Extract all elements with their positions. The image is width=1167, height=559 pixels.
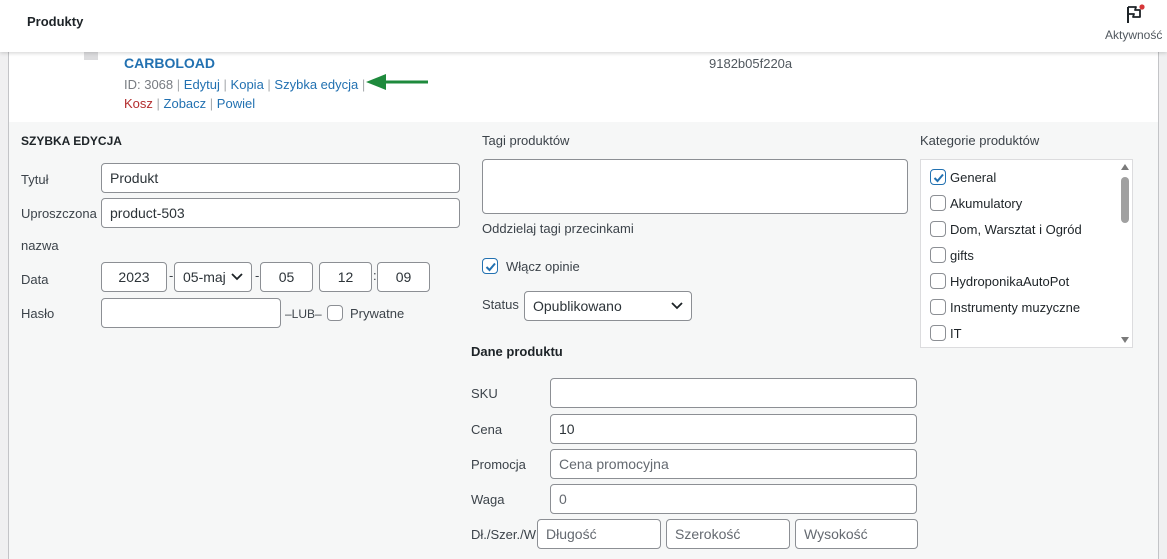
copy-link[interactable]: Kopia bbox=[231, 77, 264, 92]
category-label: gifts bbox=[950, 248, 974, 263]
category-checkbox[interactable] bbox=[930, 195, 946, 211]
scroll-down-icon[interactable] bbox=[1121, 337, 1129, 343]
private-label: Prywatne bbox=[350, 306, 405, 321]
length-input[interactable] bbox=[537, 519, 661, 549]
category-label: Dom, Warsztat i Ogród bbox=[950, 222, 1082, 237]
category-checkbox[interactable] bbox=[930, 221, 946, 237]
hour-input[interactable] bbox=[319, 262, 372, 292]
categories-scrollbar[interactable] bbox=[1118, 160, 1132, 347]
status-select[interactable]: Opublikowano bbox=[524, 291, 692, 321]
status-label: Status bbox=[482, 297, 519, 312]
edit-link[interactable]: Edytuj bbox=[184, 77, 220, 92]
slug-label-continued: nazwa bbox=[21, 238, 59, 253]
tags-label: Tagi produktów bbox=[482, 133, 570, 148]
sku-input[interactable] bbox=[550, 378, 917, 408]
category-label: IT bbox=[950, 326, 962, 341]
activity-button[interactable]: Aktywność bbox=[1101, 2, 1167, 48]
comments-checkbox[interactable] bbox=[482, 258, 498, 274]
password-label: Hasło bbox=[21, 306, 55, 321]
category-label: Akumulatory bbox=[950, 196, 1023, 211]
or-text: –LUB– bbox=[285, 307, 322, 321]
flag-icon bbox=[1127, 4, 1145, 23]
scroll-up-icon[interactable] bbox=[1121, 164, 1129, 170]
duplicate-link[interactable]: Powiel bbox=[217, 96, 255, 111]
quick-edit-legend: Szybka edycja bbox=[21, 134, 122, 148]
title-label: Tytuł bbox=[21, 172, 49, 187]
title-input[interactable] bbox=[101, 163, 460, 193]
category-checkbox[interactable] bbox=[930, 299, 946, 315]
status-value: Opublikowano bbox=[533, 298, 622, 314]
category-label: HydroponikaAutoPot bbox=[950, 274, 1070, 289]
slug-input[interactable] bbox=[101, 198, 460, 228]
categories-label: Kategorie produktów bbox=[920, 133, 1040, 148]
date-label: Data bbox=[21, 272, 49, 287]
row-actions-secondary: Kosz | Zobacz | Powiel bbox=[124, 96, 256, 111]
month-value: 05-maj bbox=[183, 269, 226, 285]
trash-link[interactable]: Kosz bbox=[124, 96, 153, 111]
quick-edit-link[interactable]: Szybka edycja bbox=[274, 77, 358, 92]
category-checkbox[interactable] bbox=[930, 325, 946, 341]
minute-input[interactable] bbox=[377, 262, 430, 292]
page-title: Produkty bbox=[27, 14, 84, 29]
product-row: CARBOLOAD ID: 3068 | Edytuj | Kopia | Sz… bbox=[8, 48, 1159, 122]
checkmark-icon bbox=[485, 262, 496, 272]
password-input[interactable] bbox=[101, 298, 281, 328]
day-input[interactable] bbox=[260, 262, 313, 292]
top-bar: Produkty Aktywność bbox=[0, 0, 1167, 52]
product-data-heading: Dane produktu bbox=[471, 344, 563, 359]
tags-hint: Oddzielaj tagi przecinkami bbox=[482, 221, 634, 236]
activity-label: Aktywność bbox=[1105, 28, 1163, 42]
month-select[interactable]: 05-maj bbox=[174, 262, 252, 292]
sale-price-input[interactable] bbox=[550, 449, 917, 479]
sku-label: SKU bbox=[471, 386, 498, 401]
date-dash-2: - bbox=[255, 268, 260, 283]
dimensions-label: Dł./Szer./W bbox=[471, 527, 537, 542]
view-link[interactable]: Zobacz bbox=[164, 96, 207, 111]
private-checkbox[interactable] bbox=[327, 305, 343, 321]
width-input[interactable] bbox=[666, 519, 790, 549]
product-id: ID: 3068 bbox=[124, 77, 174, 92]
checkmark-icon bbox=[933, 173, 944, 183]
sale-price-label: Promocja bbox=[471, 457, 526, 472]
categories-checklist[interactable]: General Akumulatory Dom, Warsztat i Ogró… bbox=[920, 159, 1133, 348]
weight-label: Waga bbox=[471, 492, 505, 507]
row-actions-primary: ID: 3068 | Edytuj | Kopia | Szybka edycj… bbox=[124, 77, 366, 92]
category-checkbox[interactable] bbox=[930, 247, 946, 263]
slug-label: Uproszczona bbox=[21, 206, 97, 221]
chevron-down-icon bbox=[231, 273, 243, 281]
category-checkbox[interactable] bbox=[930, 273, 946, 289]
quick-edit-panel: Szybka edycja Tytuł Uproszczona nazwa Da… bbox=[8, 122, 1159, 559]
comments-label: Włącz opinie bbox=[506, 259, 580, 274]
category-checkbox-general[interactable] bbox=[930, 169, 946, 185]
weight-input[interactable] bbox=[550, 484, 917, 514]
arrow-left-icon bbox=[366, 74, 428, 90]
scroll-thumb[interactable] bbox=[1121, 177, 1129, 223]
product-sku: 9182b05f220a bbox=[709, 56, 793, 71]
product-name-link[interactable]: CARBOLOAD bbox=[124, 55, 215, 71]
tags-textarea[interactable] bbox=[482, 159, 908, 214]
price-label: Cena bbox=[471, 422, 503, 437]
chevron-down-icon bbox=[671, 302, 683, 310]
category-label: Instrumenty muzyczne bbox=[950, 300, 1081, 315]
year-input[interactable] bbox=[101, 262, 167, 292]
category-label: General bbox=[950, 170, 997, 185]
price-input[interactable] bbox=[550, 414, 917, 444]
date-dash: - bbox=[169, 268, 174, 283]
height-input[interactable] bbox=[795, 519, 918, 549]
